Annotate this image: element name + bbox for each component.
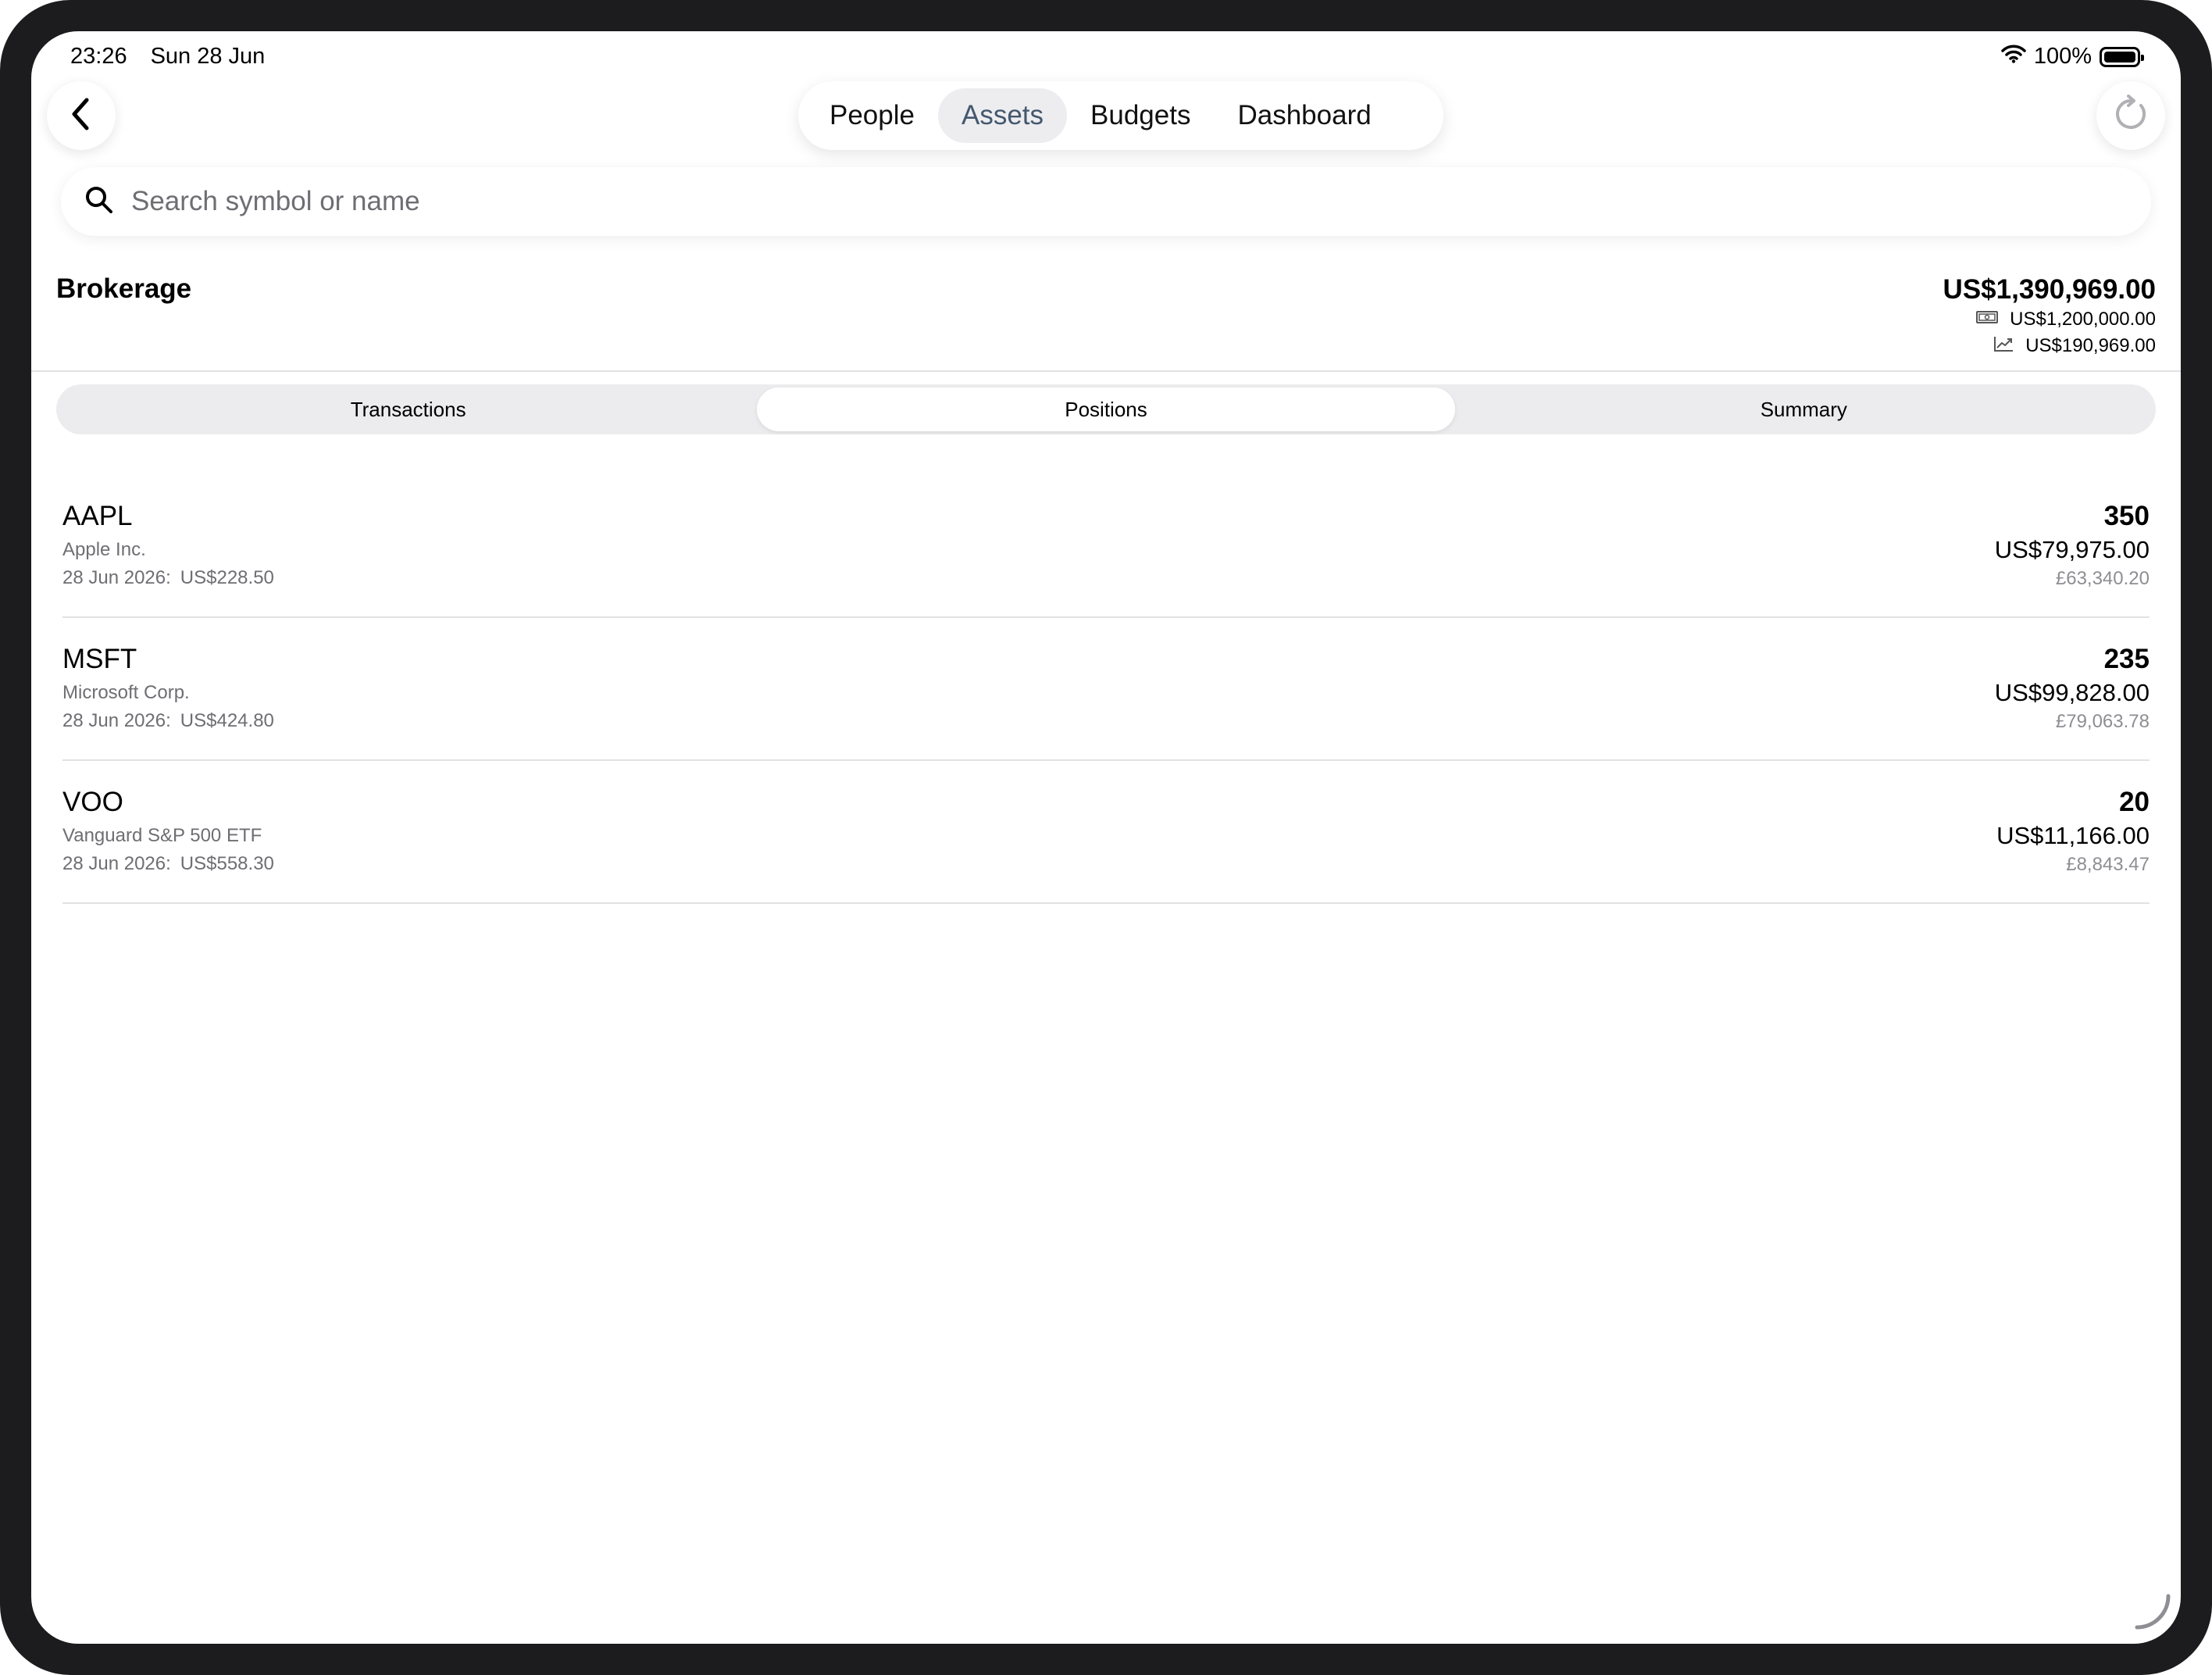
position-info: MSFT Microsoft Corp. 28 Jun 2026: US$424.… [62,643,274,735]
position-name: Apple Inc. [62,539,146,560]
position-row[interactable]: MSFT Microsoft Corp. 28 Jun 2026: US$424.… [62,618,2150,761]
position-value-gbp: £63,340.20 [2055,568,2150,589]
wifi-icon [2001,44,2026,70]
position-date: 28 Jun 2026: [62,567,171,588]
tab-dashboard[interactable]: Dashboard [1214,88,1394,143]
position-date: 28 Jun 2026: [62,710,171,731]
position-symbol: AAPL [62,501,133,531]
position-value-gbp: £8,843.47 [2066,854,2150,875]
tab-assets[interactable]: Assets [937,88,1068,143]
search-icon [84,185,114,219]
segment-transactions[interactable]: Transactions [59,388,757,431]
back-button[interactable] [47,81,116,150]
position-value-usd: US$99,828.00 [1994,679,2150,706]
position-value-usd: US$79,975.00 [1994,536,2150,563]
position-name: Microsoft Corp. [62,682,190,703]
segment-positions[interactable]: Positions [757,388,1455,431]
search-input[interactable] [130,185,2082,218]
window-resize-handle[interactable] [2131,1590,2175,1638]
position-values: 350 US$79,975.00 £63,340.20 [1995,500,2150,591]
refresh-icon [2111,94,2150,138]
gain-value: US$190,969.00 [2025,335,2156,356]
device-frame: 23:26 Sun 28 Jun 100% People Assets Budg… [0,0,2212,1675]
status-time: 23:26 [70,44,127,69]
position-value-gbp: £79,063.78 [2055,711,2150,732]
position-symbol: MSFT [62,644,137,674]
refresh-button[interactable] [2096,81,2165,150]
banknote-icon [1975,309,1999,330]
position-price: US$228.50 [180,567,274,588]
position-symbol: VOO [62,787,123,817]
account-total: US$1,390,969.00 [1943,274,2156,305]
tab-budgets[interactable]: Budgets [1067,88,1214,143]
segment-summary[interactable]: Summary [1455,388,2153,431]
tab-people[interactable]: People [806,88,938,143]
position-quantity: 20 [2119,787,2150,817]
cost-basis-value: US$1,200,000.00 [2010,309,2156,330]
position-row[interactable]: AAPL Apple Inc. 28 Jun 2026: US$228.50 35… [62,475,2150,618]
status-bar: 23:26 Sun 28 Jun 100% [31,31,2181,81]
position-date-price: 28 Jun 2026: US$228.50 [62,564,274,592]
position-price: US$424.80 [180,710,274,731]
segmented-control: Transactions Positions Summary [56,384,2156,434]
chart-line-uptrend-icon [1993,334,2014,359]
positions-list: AAPL Apple Inc. 28 Jun 2026: US$228.50 35… [62,475,2150,904]
search-bar [61,167,2151,236]
account-summary: US$1,390,969.00 US$1,200,000.00 US$190,9… [1943,273,2156,359]
position-date-price: 28 Jun 2026: US$424.80 [62,707,274,735]
position-values: 20 US$11,166.00 £8,843.47 [1996,786,2150,877]
position-info: AAPL Apple Inc. 28 Jun 2026: US$228.50 [62,500,274,592]
status-left: 23:26 Sun 28 Jun [70,44,265,70]
position-name: Vanguard S&P 500 ETF [62,825,262,846]
status-date: Sun 28 Jun [150,44,266,69]
status-right: 100% [2001,44,2144,70]
screen: 23:26 Sun 28 Jun 100% People Assets Budg… [31,31,2181,1644]
position-row[interactable]: VOO Vanguard S&P 500 ETF 28 Jun 2026: US$… [62,761,2150,904]
position-value-usd: US$11,166.00 [1996,822,2150,849]
cost-basis-row: US$1,200,000.00 [1943,306,2156,333]
position-price: US$558.30 [180,853,274,874]
battery-percent: 100% [2033,44,2092,69]
gain-row: US$190,969.00 [1943,333,2156,359]
chevron-left-icon [70,97,93,135]
position-values: 235 US$99,828.00 £79,063.78 [1995,643,2150,734]
top-tab-bar: People Assets Budgets Dashboard [798,81,1443,150]
header-divider [31,370,2181,372]
position-quantity: 235 [2103,644,2150,674]
position-info: VOO Vanguard S&P 500 ETF 28 Jun 2026: US$… [62,786,274,878]
position-date-price: 28 Jun 2026: US$558.30 [62,850,274,878]
position-date: 28 Jun 2026: [62,853,171,874]
battery-icon [2100,46,2144,67]
position-quantity: 350 [2103,501,2150,531]
account-name: Brokerage [56,273,192,304]
